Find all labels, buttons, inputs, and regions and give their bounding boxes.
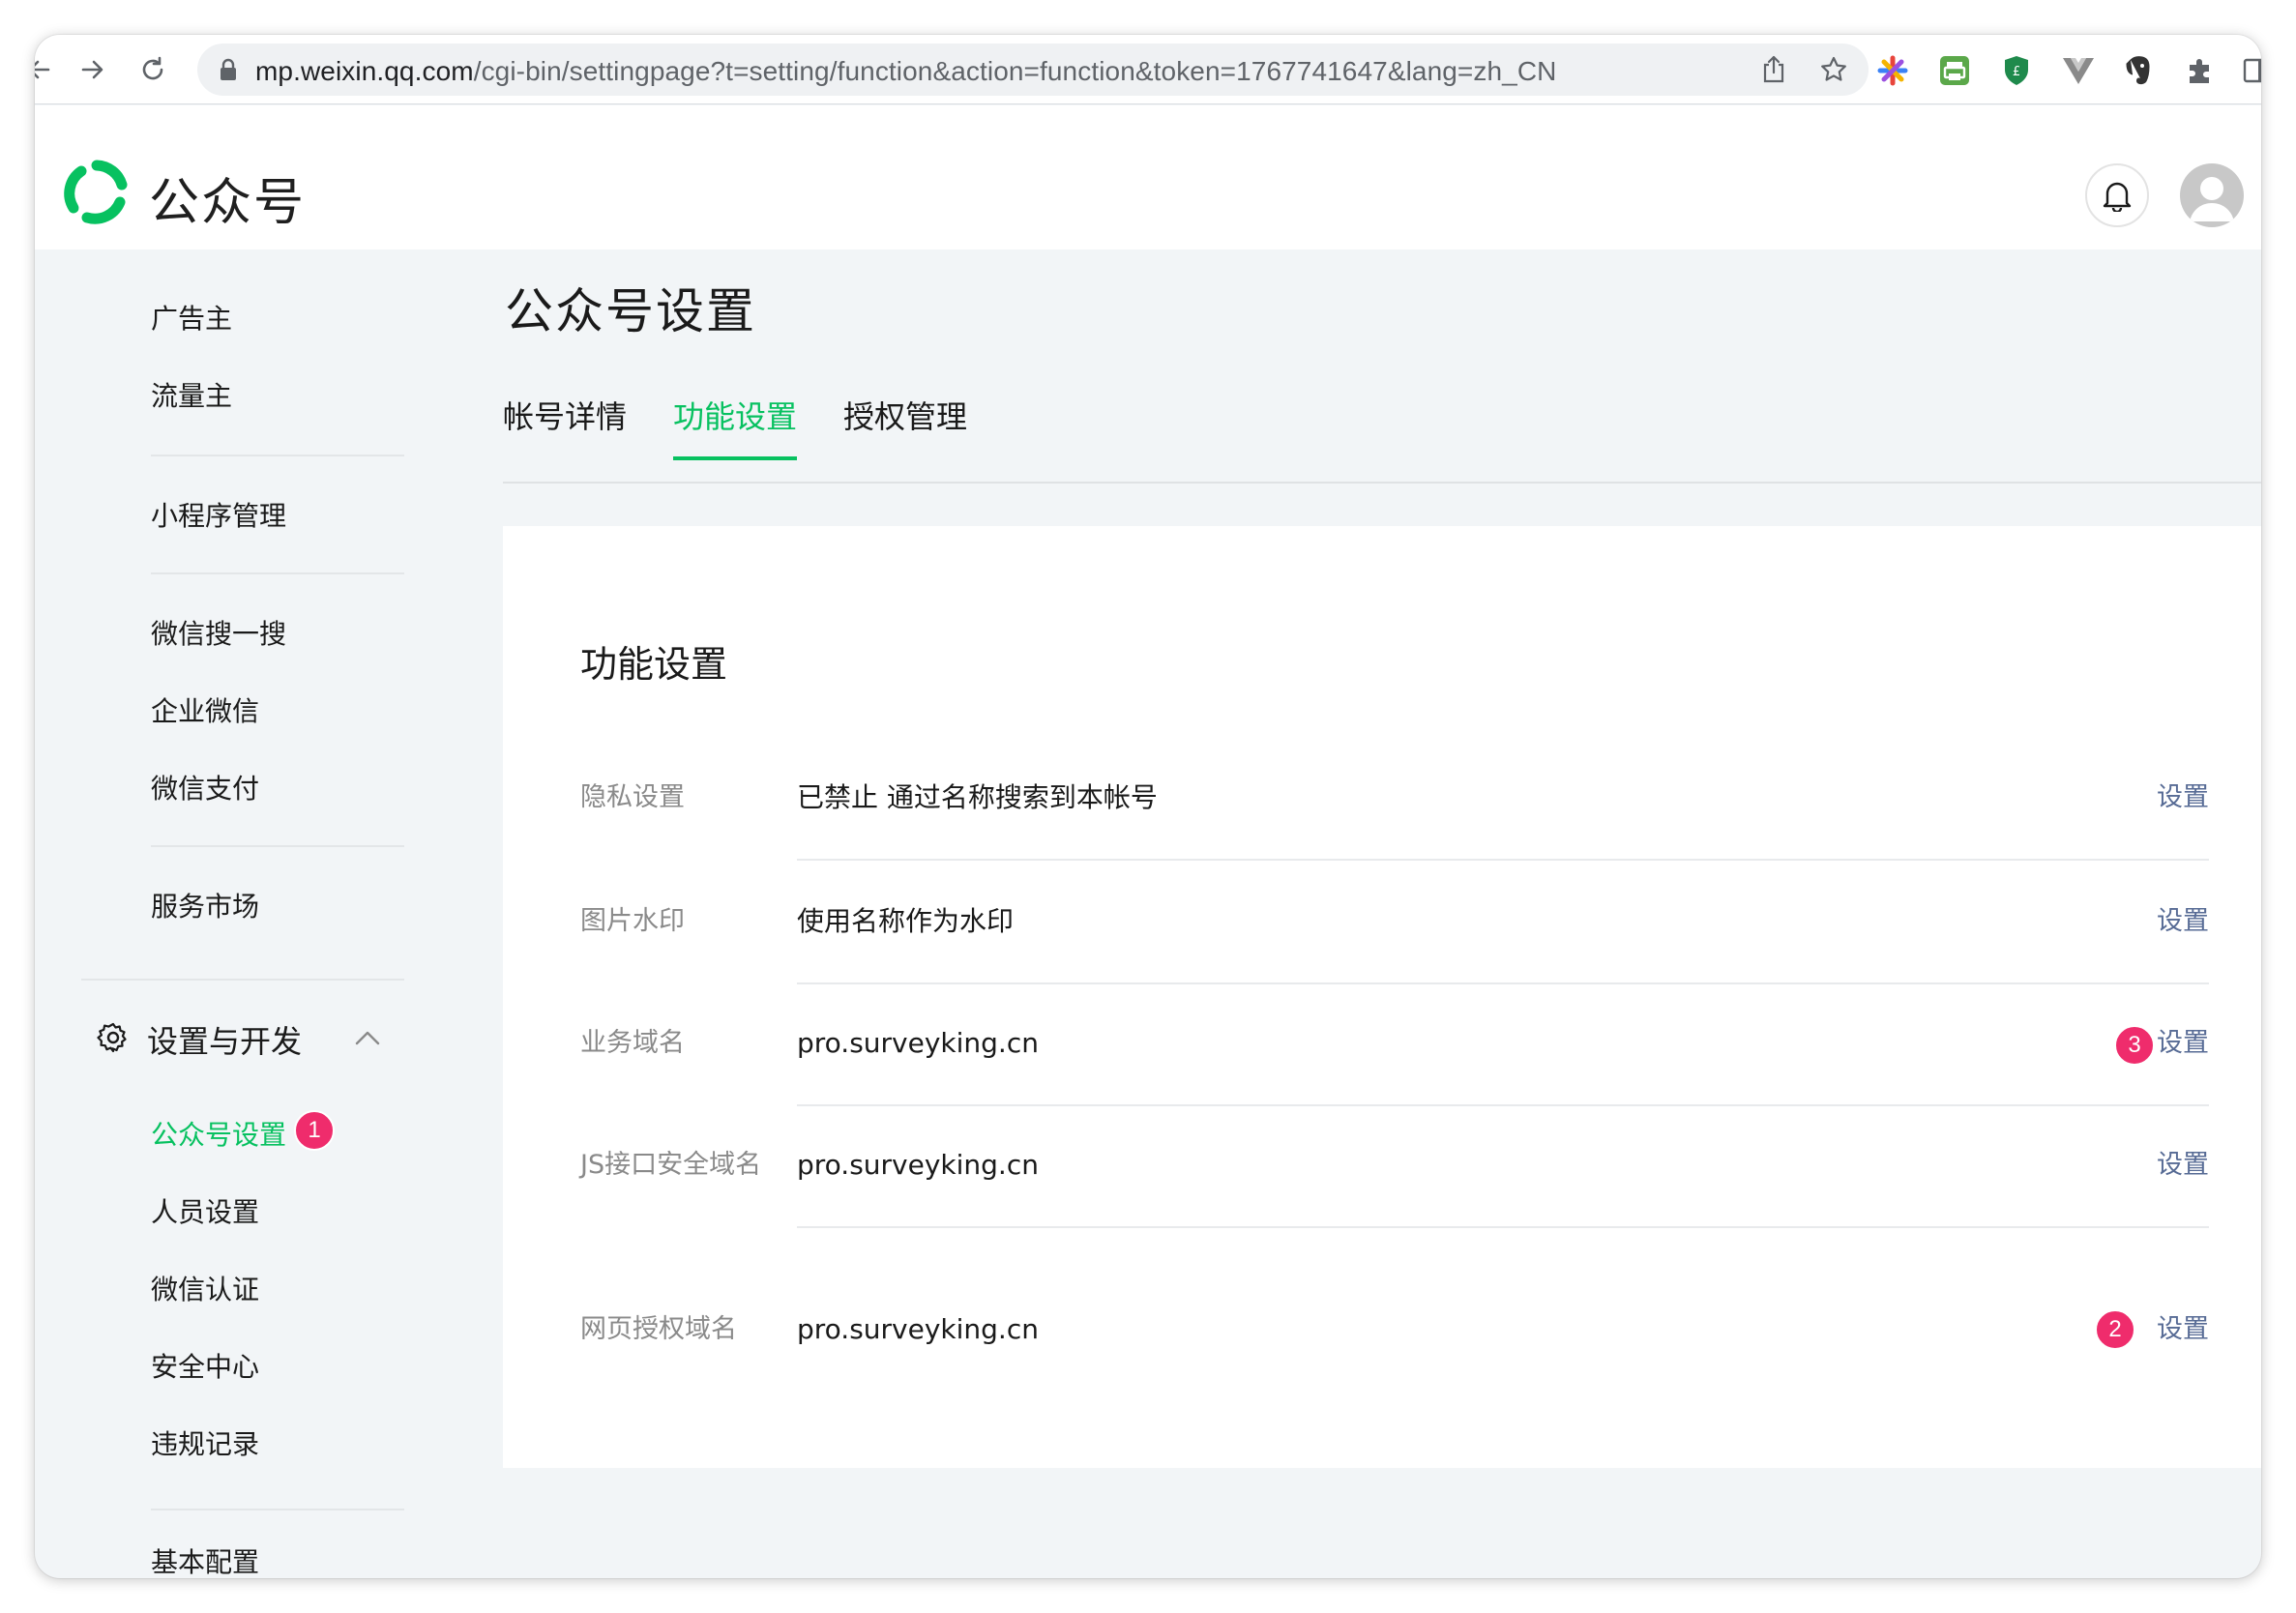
- sidebar-item-account-settings[interactable]: 公众号设置: [151, 1114, 286, 1153]
- setting-label: 隐私设置: [580, 782, 685, 812]
- setting-label: 业务域名: [580, 1028, 685, 1058]
- setting-value: pro.surveyking.cn: [797, 1149, 1039, 1181]
- lock-icon[interactable]: [219, 58, 238, 86]
- shield-extension-icon[interactable]: £: [2000, 54, 2033, 87]
- sidebar-item-wechat-pay[interactable]: 微信支付: [151, 768, 259, 806]
- annotation-badge-2: 2: [2095, 1309, 2135, 1350]
- setting-action-link[interactable]: 设置: [2157, 1143, 2209, 1188]
- user-avatar[interactable]: [2180, 163, 2244, 227]
- row-divider: [797, 859, 2209, 861]
- tab-account-details[interactable]: 帐号详情: [503, 393, 627, 456]
- setting-action-link[interactable]: 设置: [2157, 1307, 2209, 1352]
- sidebar-divider: [151, 1509, 404, 1510]
- row-divider: [797, 1104, 2209, 1106]
- wechat-official-account-logo-icon[interactable]: [62, 158, 132, 227]
- setting-action-link[interactable]: 设置: [2157, 1021, 2209, 1066]
- gear-icon: [97, 1021, 130, 1059]
- sidepanel-icon[interactable]: [2240, 54, 2261, 87]
- sidebar-divider: [151, 455, 404, 456]
- setting-label: 图片水印: [580, 906, 685, 936]
- sidebar-item-wecom[interactable]: 企业微信: [151, 690, 259, 729]
- logo-text[interactable]: 公众号: [149, 161, 306, 234]
- sidebar-item-security-center[interactable]: 安全中心: [151, 1346, 259, 1385]
- tab-function-settings[interactable]: 功能设置: [673, 393, 798, 460]
- tab-authorization-management[interactable]: 授权管理: [843, 393, 967, 456]
- url-text[interactable]: mp.weixin.qq.com/cgi-bin/settingpage?t=s…: [255, 56, 1556, 87]
- setting-action-link[interactable]: 设置: [2157, 899, 2209, 944]
- tab-bar: 帐号详情 功能设置 授权管理: [503, 383, 2261, 484]
- share-icon[interactable]: [1758, 54, 1789, 85]
- annotation-badge-3: 3: [2114, 1025, 2155, 1066]
- page-title: 公众号设置: [505, 283, 756, 339]
- setting-value: 使用名称作为水印: [797, 905, 1015, 937]
- row-divider: [797, 982, 2209, 984]
- sidebar-item-wechat-verification[interactable]: 微信认证: [151, 1269, 259, 1307]
- setting-label: 网页授权域名: [580, 1314, 737, 1344]
- evernote-extension-icon[interactable]: [2122, 54, 2155, 87]
- function-settings-card: 功能设置 隐私设置 已禁止 通过名称搜索到本帐号 设置 图片水印 使用名称作为水…: [503, 526, 2261, 1468]
- sidebar-item-service-market[interactable]: 服务市场: [151, 886, 259, 924]
- sidebar-section-settings-dev[interactable]: 设置与开发: [97, 1017, 302, 1062]
- browser-window: mp.weixin.qq.com/cgi-bin/settingpage?t=s…: [35, 35, 2261, 1578]
- puzzle-extensions-icon[interactable]: [2184, 54, 2217, 87]
- setting-action-link[interactable]: 设置: [2157, 776, 2209, 820]
- forward-icon[interactable]: [75, 52, 110, 87]
- annotation-badge-1: 1: [294, 1110, 335, 1151]
- reload-icon[interactable]: [135, 52, 170, 87]
- setting-label: JS接口安全域名: [580, 1150, 762, 1180]
- sidebar-item-violation-records[interactable]: 违规记录: [151, 1423, 259, 1462]
- chevron-up-icon[interactable]: [354, 1029, 381, 1051]
- setting-value: pro.surveyking.cn: [797, 1027, 1039, 1059]
- sidebar-divider: [151, 845, 404, 847]
- vue-extension-icon[interactable]: [2062, 54, 2095, 87]
- svg-text:£: £: [2013, 65, 2020, 79]
- sidebar-item-wechat-search[interactable]: 微信搜一搜: [151, 613, 286, 652]
- setting-value: 已禁止 通过名称搜索到本帐号: [797, 781, 1158, 813]
- row-divider: [797, 1226, 2209, 1228]
- sidebar-item-advertiser[interactable]: 广告主: [151, 298, 232, 337]
- browser-toolbar: mp.weixin.qq.com/cgi-bin/settingpage?t=s…: [35, 35, 2261, 104]
- sidebar-item-member-settings[interactable]: 人员设置: [151, 1191, 259, 1230]
- sidebar-item-basic-config[interactable]: 基本配置: [151, 1541, 259, 1578]
- sidebar-divider: [151, 572, 404, 574]
- notification-bell-icon[interactable]: [2085, 163, 2149, 227]
- sidebar-section-label: 设置与开发: [147, 1023, 303, 1060]
- printer-extension-icon[interactable]: [1938, 54, 1971, 87]
- sidebar: 广告主 流量主 小程序管理 微信搜一搜 企业微信 微信支付 服务市场 设置与开发…: [35, 249, 460, 1578]
- sidebar-item-miniprogram[interactable]: 小程序管理: [151, 495, 286, 534]
- site-header: 公众号: [35, 105, 2261, 249]
- back-icon[interactable]: [35, 52, 56, 87]
- pinwheel-extension-icon[interactable]: [1876, 54, 1909, 87]
- sidebar-item-publisher[interactable]: 流量主: [151, 375, 232, 414]
- setting-value: pro.surveyking.cn: [797, 1313, 1039, 1345]
- card-title: 功能设置: [580, 643, 728, 686]
- bookmark-star-icon[interactable]: [1818, 54, 1849, 85]
- sidebar-divider: [81, 979, 404, 981]
- address-bar[interactable]: mp.weixin.qq.com/cgi-bin/settingpage?t=s…: [197, 44, 1869, 96]
